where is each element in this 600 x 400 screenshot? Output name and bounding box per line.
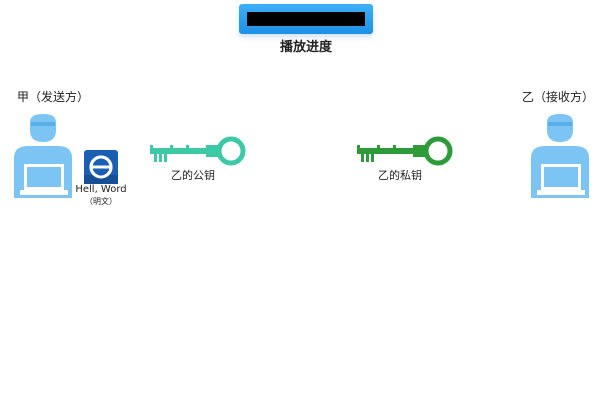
- private-key-label: 乙的私钥: [378, 169, 422, 182]
- sender-person-icon: [14, 114, 72, 198]
- receiver-person-icon: [531, 114, 589, 198]
- document-subtitle: （明文）: [85, 197, 117, 206]
- document-title: Hell, Word: [75, 184, 127, 195]
- progress-panel: 播放进度: [239, 4, 373, 55]
- progress-bar[interactable]: [239, 4, 373, 34]
- plaintext-document: Hell, Word （明文）: [70, 150, 132, 207]
- public-key-icon: [150, 136, 246, 166]
- document-icon: [84, 150, 118, 184]
- private-key-icon: [357, 136, 453, 166]
- public-key-label: 乙的公钥: [171, 169, 215, 182]
- progress-track: [247, 12, 365, 26]
- progress-label: 播放进度: [279, 40, 332, 55]
- sender-label: 甲（发送方）: [17, 90, 90, 104]
- receiver-label: 乙（接收方）: [522, 90, 595, 104]
